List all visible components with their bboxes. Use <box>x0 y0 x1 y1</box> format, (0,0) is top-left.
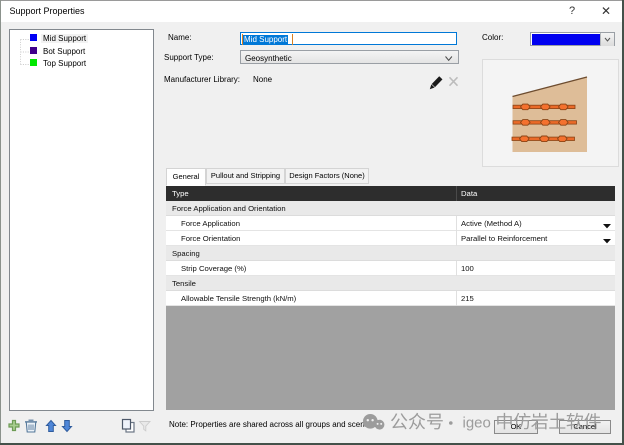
svg-text:igeo: igeo <box>463 415 491 432</box>
